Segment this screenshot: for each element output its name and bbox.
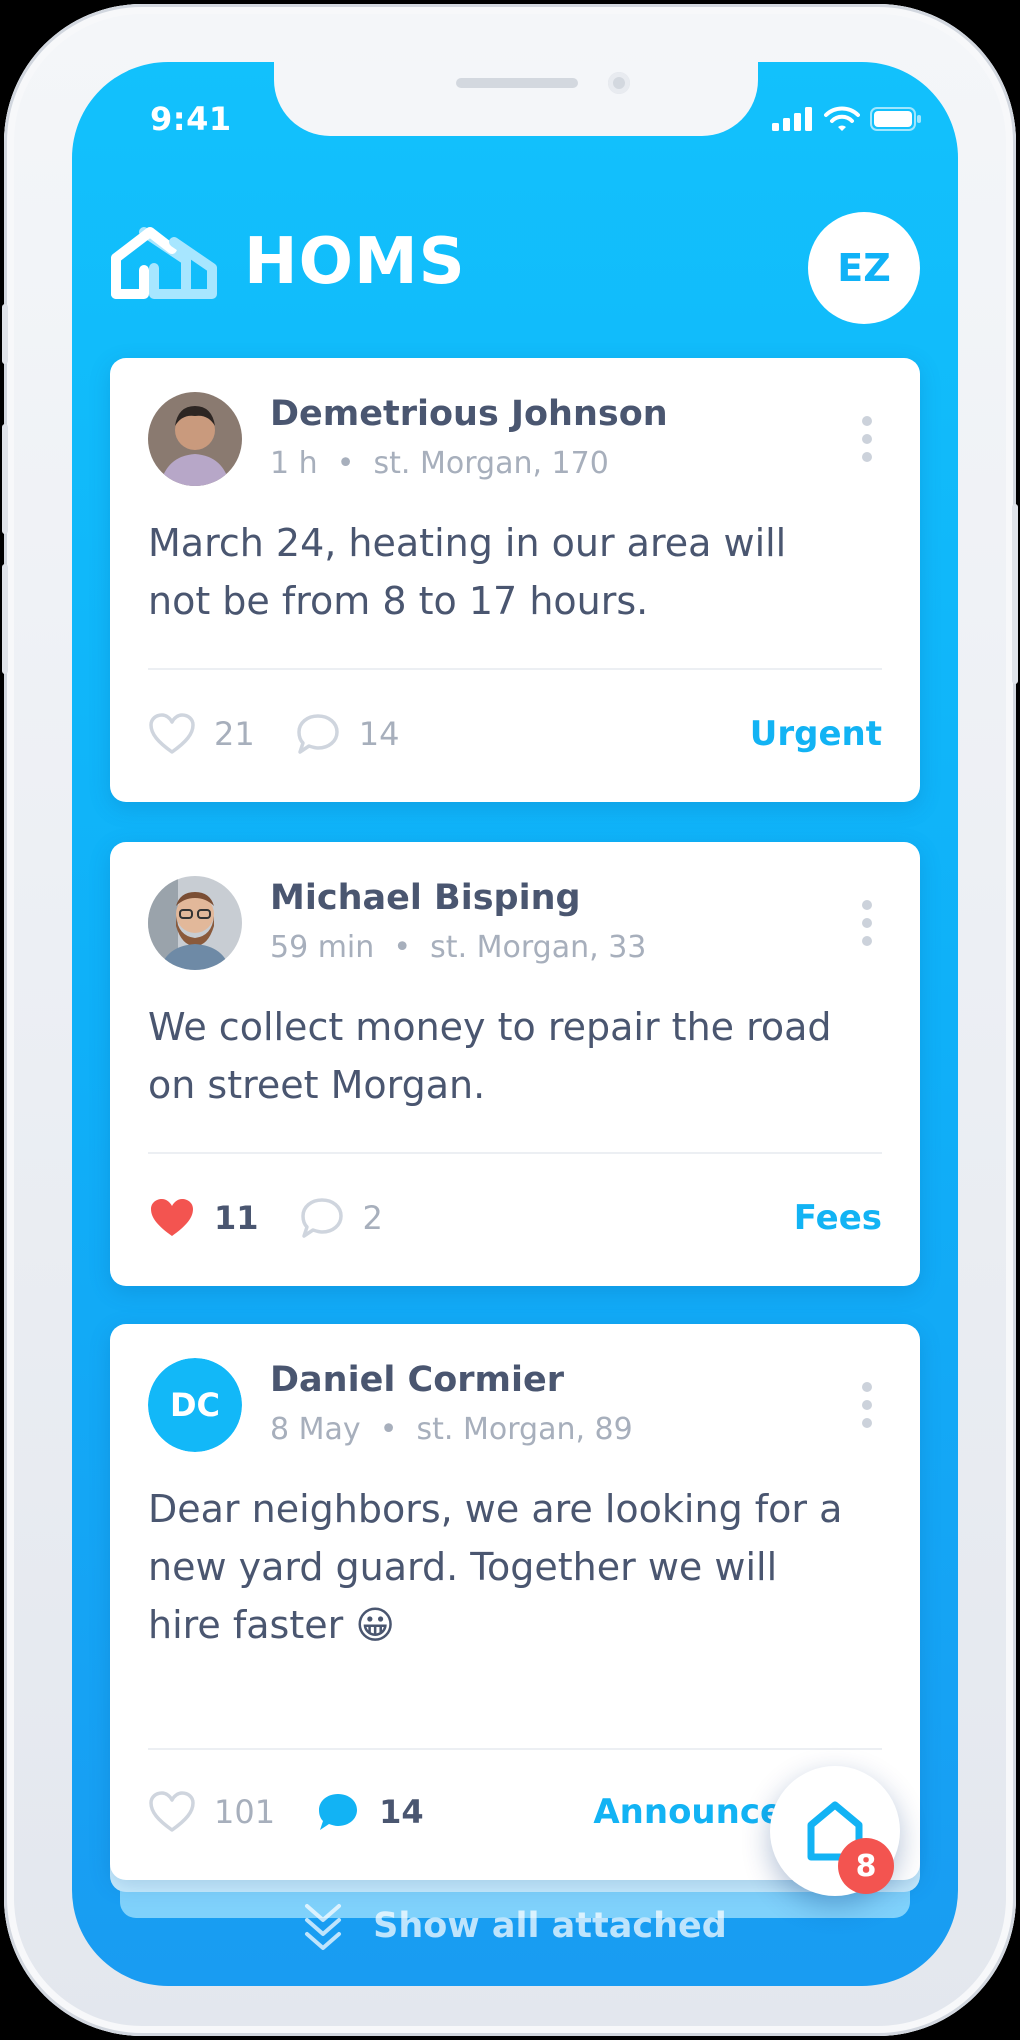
comment-button[interactable]: 14 — [295, 712, 400, 756]
comment-count: 14 — [358, 715, 400, 753]
home-fab-button[interactable]: 8 — [770, 1766, 900, 1896]
front-camera — [608, 72, 630, 94]
author-avatar[interactable] — [148, 392, 242, 486]
comment-button[interactable]: 14 — [315, 1790, 424, 1834]
double-chevron-down-icon — [305, 1904, 342, 1950]
author-name[interactable]: Demetrious Johnson — [270, 394, 668, 434]
side-button-power — [1012, 504, 1018, 684]
side-button-silent — [2, 304, 8, 364]
meta-separator: • — [383, 930, 421, 965]
notch — [274, 62, 758, 136]
post-text: March 24, heating in our area will not b… — [148, 521, 787, 623]
phone-frame: 9:41 HOMS EZ Demetrious Johnson 1 h • st… — [2, 4, 1018, 2036]
more-vertical-icon[interactable] — [862, 900, 872, 946]
post-address: st. Morgan, 33 — [430, 930, 647, 965]
post-meta: 59 min • st. Morgan, 33 — [270, 930, 646, 965]
more-vertical-icon[interactable] — [862, 1382, 872, 1428]
post-time: 1 h — [270, 446, 318, 481]
status-time: 9:41 — [150, 100, 232, 138]
post-time: 59 min — [270, 930, 375, 965]
comment-bubble-icon — [319, 1794, 358, 1830]
post-meta: 8 May • st. Morgan, 89 — [270, 1412, 633, 1447]
divider — [148, 1748, 882, 1750]
author-avatar[interactable] — [148, 876, 242, 970]
cellular-signal-icon — [772, 107, 812, 131]
comment-count: 14 — [379, 1793, 424, 1831]
notification-badge: 8 — [838, 1838, 894, 1894]
post-footer: 21 14 Urgent — [148, 704, 882, 764]
comment-bubble-icon — [300, 1198, 343, 1238]
post-text: Dear neighbors, we are looking for a new… — [148, 1487, 843, 1647]
post-address: st. Morgan, 170 — [373, 446, 609, 481]
like-count: 101 — [214, 1793, 276, 1831]
author-name[interactable]: Daniel Cormier — [270, 1360, 564, 1400]
author-photo-icon — [148, 392, 242, 486]
wifi-icon — [824, 106, 860, 131]
heart-icon — [149, 713, 195, 754]
author-name[interactable]: Michael Bisping — [270, 878, 581, 918]
post-meta: 1 h • st. Morgan, 170 — [270, 446, 609, 481]
author-photo-icon — [148, 876, 242, 970]
post-card[interactable]: Demetrious Johnson 1 h • st. Morgan, 170… — [110, 358, 920, 802]
status-icons — [772, 106, 922, 132]
category-tag[interactable]: Fees — [794, 1198, 882, 1238]
post-text: We collect money to repair the road on s… — [148, 1005, 832, 1107]
author-avatar[interactable]: DC — [148, 1358, 242, 1452]
battery-icon — [870, 107, 921, 131]
show-all-attached-button[interactable]: Show all attached — [72, 1900, 958, 1952]
category-tag[interactable]: Urgent — [750, 714, 882, 754]
more-vertical-icon[interactable] — [862, 416, 872, 462]
comment-count: 2 — [362, 1199, 383, 1237]
divider — [148, 1152, 882, 1154]
like-button[interactable]: 101 — [148, 1790, 275, 1834]
like-button[interactable]: 11 — [148, 1196, 259, 1240]
heart-icon — [151, 1199, 193, 1236]
show-all-label: Show all attached — [373, 1906, 727, 1946]
house-logo-icon — [111, 227, 217, 299]
post-card[interactable]: Michael Bisping 59 min • st. Morgan, 33 … — [110, 842, 920, 1286]
like-button[interactable]: 21 — [148, 712, 255, 756]
author-initials: DC — [148, 1358, 242, 1452]
app-logo[interactable]: HOMS — [110, 222, 466, 302]
side-button-volume-down — [2, 564, 8, 674]
post-address: st. Morgan, 89 — [416, 1412, 633, 1447]
post-time: 8 May — [270, 1412, 361, 1447]
like-count: 21 — [214, 715, 255, 753]
meta-separator: • — [370, 1412, 407, 1447]
speaker-grille — [456, 78, 578, 88]
user-avatar[interactable]: EZ — [808, 212, 920, 324]
side-button-volume-up — [2, 424, 8, 534]
divider — [148, 668, 882, 670]
heart-icon — [149, 1791, 195, 1832]
comment-bubble-icon — [296, 714, 339, 754]
post-footer: 11 2 Fees — [148, 1188, 882, 1248]
meta-separator: • — [327, 446, 364, 481]
comment-button[interactable]: 2 — [299, 1196, 383, 1240]
like-count: 11 — [214, 1199, 259, 1237]
app-name: HOMS — [244, 225, 466, 299]
app-screen: 9:41 HOMS EZ Demetrious Johnson 1 h • st… — [72, 62, 958, 1986]
